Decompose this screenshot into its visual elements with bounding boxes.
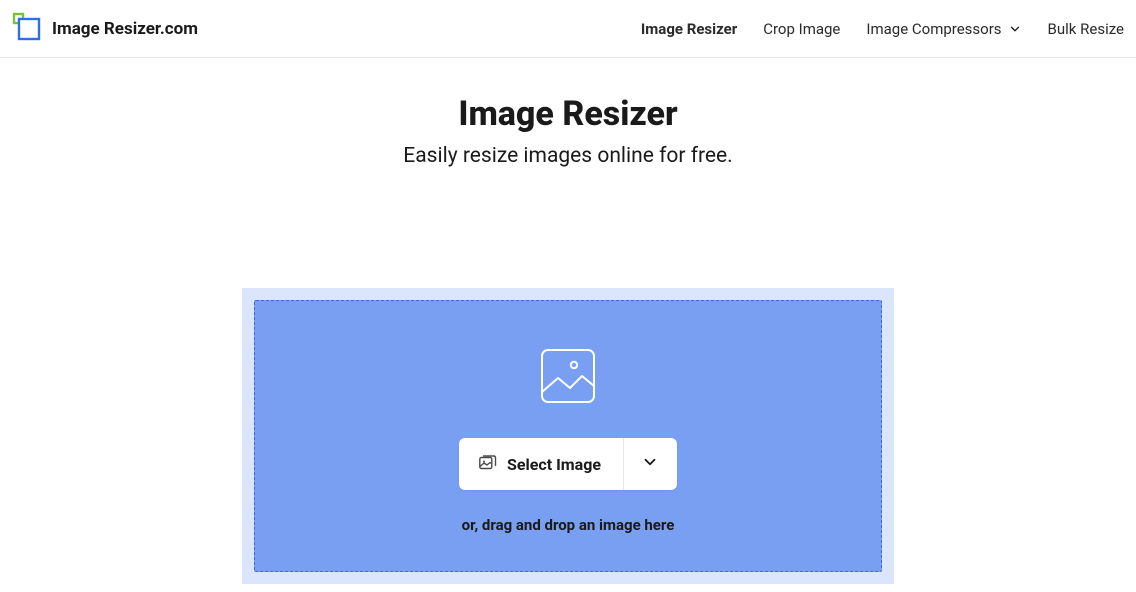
nav-image-compressors-label: Image Compressors bbox=[866, 20, 1001, 38]
nav-bulk-resize[interactable]: Bulk Resize bbox=[1048, 20, 1124, 38]
main-nav: Image Resizer Crop Image Image Compresso… bbox=[641, 20, 1124, 38]
site-header: Image Resizer.com Image Resizer Crop Ima… bbox=[0, 0, 1136, 58]
dropzone-text: or, drag and drop an image here bbox=[462, 516, 675, 534]
select-image-dropdown-button[interactable] bbox=[623, 438, 677, 490]
nav-crop-image[interactable]: Crop Image bbox=[763, 20, 840, 38]
brand-name: Image Resizer.com bbox=[52, 19, 198, 39]
upload-card-wrap: Select Image or, drag and drop an image … bbox=[0, 288, 1136, 584]
image-placeholder-icon bbox=[540, 348, 596, 408]
logo-icon bbox=[12, 12, 42, 46]
select-image-label: Select Image bbox=[507, 455, 601, 474]
nav-image-compressors[interactable]: Image Compressors bbox=[866, 20, 1021, 38]
hero: Image Resizer Easily resize images onlin… bbox=[0, 94, 1136, 168]
select-image-group: Select Image bbox=[459, 438, 677, 490]
images-icon bbox=[479, 454, 497, 474]
nav-image-resizer[interactable]: Image Resizer bbox=[641, 20, 737, 38]
brand-link[interactable]: Image Resizer.com bbox=[12, 12, 198, 46]
upload-card: Select Image or, drag and drop an image … bbox=[242, 288, 894, 584]
page-title: Image Resizer bbox=[0, 94, 1136, 134]
chevron-down-icon bbox=[1008, 22, 1022, 36]
page-subtitle: Easily resize images online for free. bbox=[0, 144, 1136, 168]
select-image-button[interactable]: Select Image bbox=[459, 438, 623, 490]
chevron-down-icon bbox=[641, 453, 659, 475]
dropzone[interactable]: Select Image or, drag and drop an image … bbox=[254, 300, 882, 572]
